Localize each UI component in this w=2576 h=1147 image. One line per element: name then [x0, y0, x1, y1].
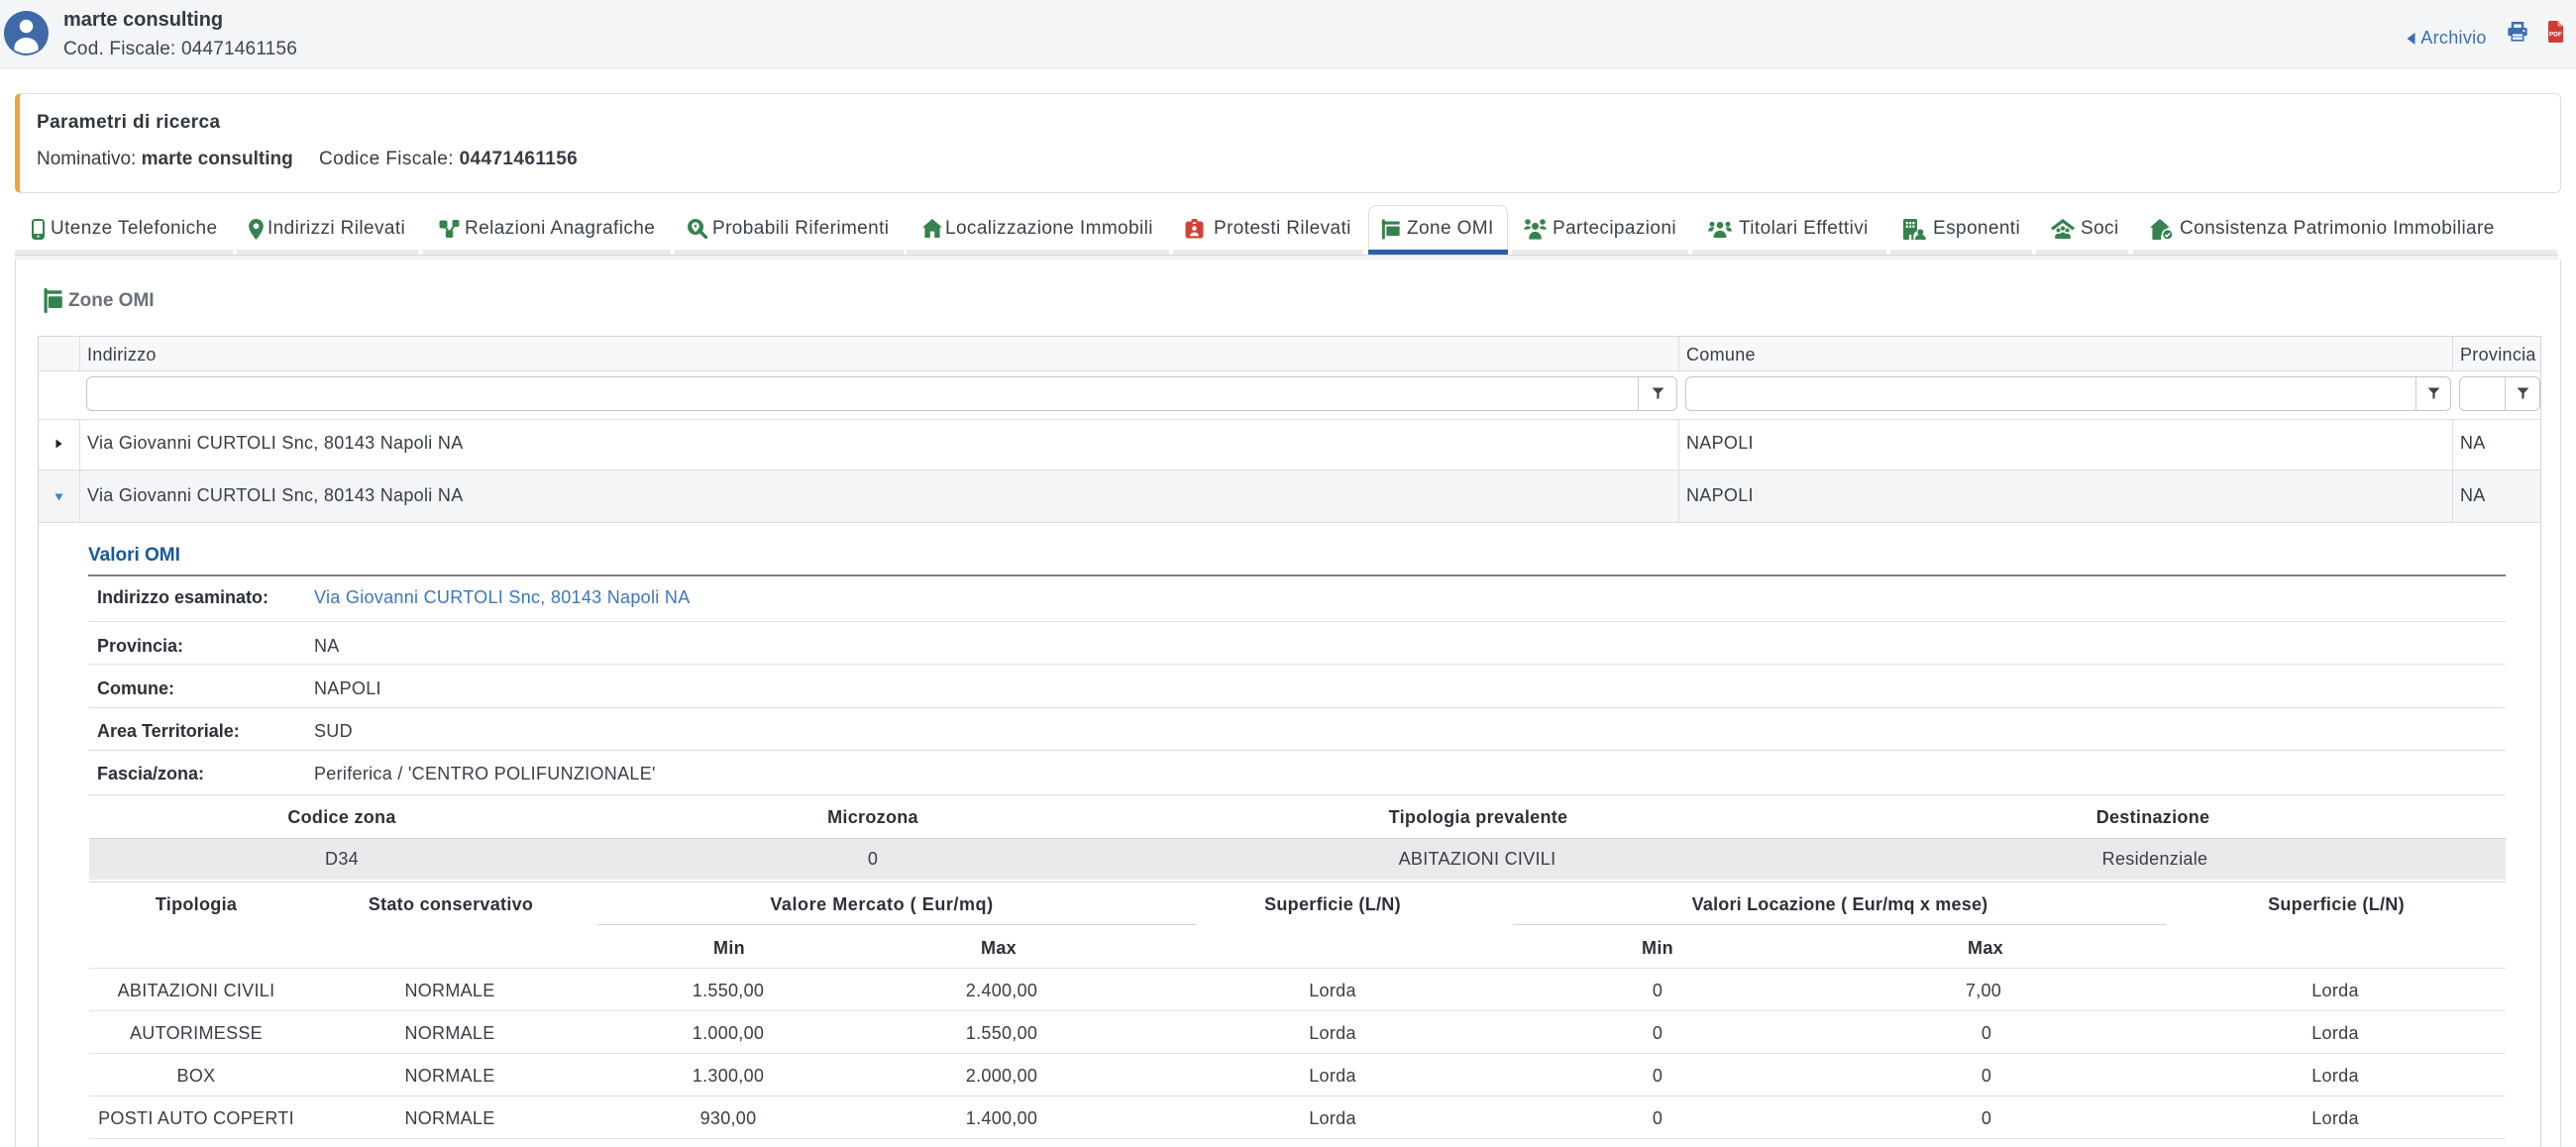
svg-text:PDF: PDF — [2549, 32, 2562, 39]
